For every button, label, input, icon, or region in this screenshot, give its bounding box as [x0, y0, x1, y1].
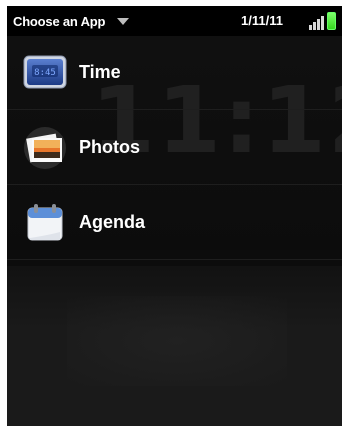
- app-menu-button[interactable]: Choose an App: [13, 13, 130, 29]
- app-list: 11:12 8:45 Time: [7, 36, 342, 266]
- chevron-down-icon: [117, 17, 130, 25]
- app-label-agenda: Agenda: [79, 212, 146, 232]
- app-item-agenda[interactable]: Agenda: [7, 186, 342, 260]
- battery-icon: [327, 12, 336, 30]
- background-shade: [67, 296, 287, 386]
- app-label-time: Time: [79, 62, 121, 82]
- empty-area: [7, 266, 342, 426]
- phone-screen: Choose an App 1/11/11 11:12: [7, 6, 342, 426]
- status-bar: Choose an App 1/11/11: [7, 6, 342, 36]
- time-icon: 8:45: [21, 49, 69, 97]
- app-label-photos: Photos: [79, 137, 140, 157]
- app-item-time[interactable]: 8:45 Time: [7, 36, 342, 110]
- agenda-icon: [21, 199, 69, 247]
- status-date: 1/11/11: [241, 13, 283, 28]
- app-item-photos[interactable]: Photos: [7, 111, 342, 185]
- signal-strength-icon: [309, 12, 327, 30]
- photos-icon: [21, 124, 69, 172]
- svg-text:8:45: 8:45: [34, 68, 56, 78]
- app-menu-label: Choose an App: [13, 13, 106, 29]
